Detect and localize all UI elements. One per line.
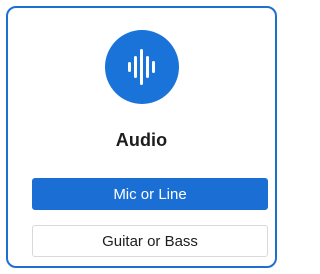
card-title: Audio — [115, 130, 168, 150]
audio-waveform-icon — [104, 30, 179, 104]
mic-or-line-button[interactable]: Mic or Line — [32, 178, 268, 210]
audio-track-card[interactable]: Audio Mic or Line Guitar or Bass — [6, 6, 277, 268]
waveform-glyph — [127, 49, 155, 85]
guitar-or-bass-button[interactable]: Guitar or Bass — [32, 225, 268, 257]
